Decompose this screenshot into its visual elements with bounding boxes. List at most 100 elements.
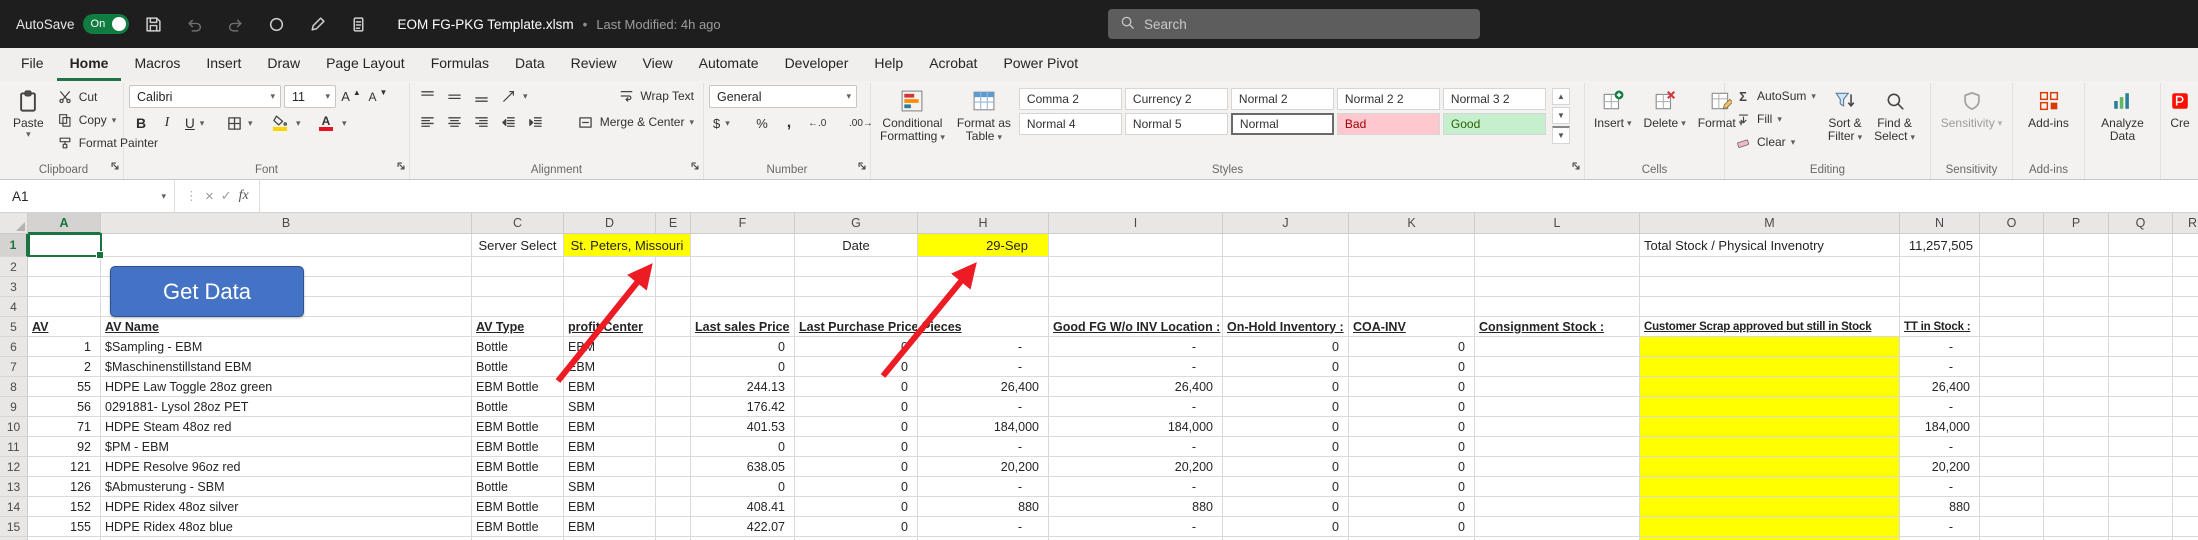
cell-E15[interactable] xyxy=(656,517,691,537)
cell-P9[interactable] xyxy=(2044,397,2109,417)
percent-style-button[interactable]: % xyxy=(750,112,774,134)
cell-N9[interactable]: - xyxy=(1900,397,1980,417)
cell-F10[interactable]: 401.53 xyxy=(691,417,795,437)
cell-H12[interactable]: 20,200 xyxy=(918,457,1049,477)
align-right-button[interactable] xyxy=(469,111,493,133)
cell-C1[interactable]: Server Select xyxy=(472,234,564,257)
cell-R1[interactable] xyxy=(2173,234,2198,257)
cell-D2[interactable] xyxy=(564,257,656,277)
cell-E9[interactable] xyxy=(656,397,691,417)
cell-N15[interactable]: - xyxy=(1900,517,1980,537)
cell-L1[interactable] xyxy=(1475,234,1640,257)
cell-Q13[interactable] xyxy=(2109,477,2173,497)
cell-N2[interactable] xyxy=(1900,257,1980,277)
cell-J9[interactable]: 0 xyxy=(1223,397,1349,417)
cell-L13[interactable] xyxy=(1475,477,1640,497)
cell-P1[interactable] xyxy=(2044,234,2109,257)
cell-J5[interactable]: On-Hold Inventory : xyxy=(1223,317,1349,337)
cell-K6[interactable]: 0 xyxy=(1349,337,1475,357)
cell-P11[interactable] xyxy=(2044,437,2109,457)
cell-style-good[interactable]: Good xyxy=(1443,113,1546,135)
column-header-L[interactable]: L xyxy=(1475,213,1640,234)
conditional-formatting-button[interactable]: Conditional Formatting▾ xyxy=(876,85,949,147)
underline-button[interactable]: U▾ xyxy=(181,112,219,134)
cell-H11[interactable]: - xyxy=(918,437,1049,457)
cell-G5[interactable]: Last Purchase Price xyxy=(795,317,918,337)
increase-indent-button[interactable] xyxy=(523,111,547,133)
cell-J7[interactable]: 0 xyxy=(1223,357,1349,377)
insert-cells-button[interactable]: Insert▾ xyxy=(1590,85,1636,133)
cell-M8[interactable] xyxy=(1640,377,1900,397)
cell-Q2[interactable] xyxy=(2109,257,2173,277)
cell-R5[interactable] xyxy=(2173,317,2198,337)
sort-filter-button[interactable]: Sort & Filter▾ xyxy=(1824,85,1866,147)
redo-icon[interactable] xyxy=(220,8,252,40)
cell-I6[interactable]: - xyxy=(1049,337,1223,357)
cell-E4[interactable] xyxy=(656,297,691,317)
menu-tab-home[interactable]: Home xyxy=(57,48,122,81)
column-header-O[interactable]: O xyxy=(1980,213,2044,234)
menu-tab-review[interactable]: Review xyxy=(558,48,630,81)
cell-D11[interactable]: EBM xyxy=(564,437,656,457)
cell-K7[interactable]: 0 xyxy=(1349,357,1475,377)
cell-B15[interactable]: HDPE Ridex 48oz blue xyxy=(101,517,472,537)
menu-tab-data[interactable]: Data xyxy=(502,48,558,81)
gallery-scroll-up-icon[interactable]: ▲ xyxy=(1552,88,1570,105)
cell-A7[interactable]: 2 xyxy=(28,357,101,377)
row-header-12[interactable]: 12 xyxy=(0,457,28,477)
cell-Q6[interactable] xyxy=(2109,337,2173,357)
cell-N6[interactable]: - xyxy=(1900,337,1980,357)
cell-L7[interactable] xyxy=(1475,357,1640,377)
sensitivity-button[interactable]: Sensitivity▾ xyxy=(1937,85,2007,133)
cell-D12[interactable]: EBM xyxy=(564,457,656,477)
cell-E11[interactable] xyxy=(656,437,691,457)
cell-N10[interactable]: 184,000 xyxy=(1900,417,1980,437)
cell-C9[interactable]: Bottle xyxy=(472,397,564,417)
create-pdf-button-partial[interactable]: Cre xyxy=(2166,85,2194,133)
cell-H2[interactable] xyxy=(918,257,1049,277)
cell-M5[interactable]: Customer Scrap approved but still in Sto… xyxy=(1640,317,1900,337)
cell-M15[interactable] xyxy=(1640,517,1900,537)
accounting-format-button[interactable]: $▾ xyxy=(709,112,747,134)
column-header-G[interactable]: G xyxy=(795,213,918,234)
delete-cells-button[interactable]: Delete▾ xyxy=(1640,85,1690,133)
cell-L3[interactable] xyxy=(1475,277,1640,297)
cell-B8[interactable]: HDPE Law Toggle 28oz green xyxy=(101,377,472,397)
clear-button[interactable]: Clear ▾ xyxy=(1730,131,1820,153)
cell-F2[interactable] xyxy=(691,257,795,277)
cell-A9[interactable]: 56 xyxy=(28,397,101,417)
cell-C13[interactable]: Bottle xyxy=(472,477,564,497)
cell-J3[interactable] xyxy=(1223,277,1349,297)
cell-O12[interactable] xyxy=(1980,457,2044,477)
row-header-7[interactable]: 7 xyxy=(0,357,28,377)
menu-tab-power-pivot[interactable]: Power Pivot xyxy=(990,48,1091,81)
cell-H7[interactable]: - xyxy=(918,357,1049,377)
dialog-launcher-icon[interactable] xyxy=(396,158,406,176)
cell-R14[interactable] xyxy=(2173,497,2198,517)
cell-M14[interactable] xyxy=(1640,497,1900,517)
cell-H10[interactable]: 184,000 xyxy=(918,417,1049,437)
cell-I3[interactable] xyxy=(1049,277,1223,297)
cell-D9[interactable]: SBM xyxy=(564,397,656,417)
cancel-icon[interactable]: × xyxy=(205,188,214,205)
dialog-launcher-icon[interactable] xyxy=(857,158,867,176)
cell-O10[interactable] xyxy=(1980,417,2044,437)
cell-G12[interactable]: 0 xyxy=(795,457,918,477)
cell-I10[interactable]: 184,000 xyxy=(1049,417,1223,437)
menu-tab-developer[interactable]: Developer xyxy=(772,48,862,81)
cell-H5[interactable]: Pieces xyxy=(918,317,1049,337)
drag-dots-icon[interactable]: ⋮ xyxy=(185,188,198,204)
cell-N13[interactable]: - xyxy=(1900,477,1980,497)
cell-F11[interactable]: 0 xyxy=(691,437,795,457)
align-left-button[interactable] xyxy=(415,111,439,133)
cell-O6[interactable] xyxy=(1980,337,2044,357)
gallery-scroll-down-icon[interactable]: ▼ xyxy=(1552,107,1570,124)
cell-style-normal-2-2[interactable]: Normal 2 2 xyxy=(1337,88,1440,110)
cell-B6[interactable]: $Sampling - EBM xyxy=(101,337,472,357)
cell-N1[interactable]: 11,257,505 xyxy=(1900,234,1980,257)
cell-O11[interactable] xyxy=(1980,437,2044,457)
cell-G14[interactable]: 0 xyxy=(795,497,918,517)
cell-E3[interactable] xyxy=(656,277,691,297)
cell-K15[interactable]: 0 xyxy=(1349,517,1475,537)
cell-I4[interactable] xyxy=(1049,297,1223,317)
